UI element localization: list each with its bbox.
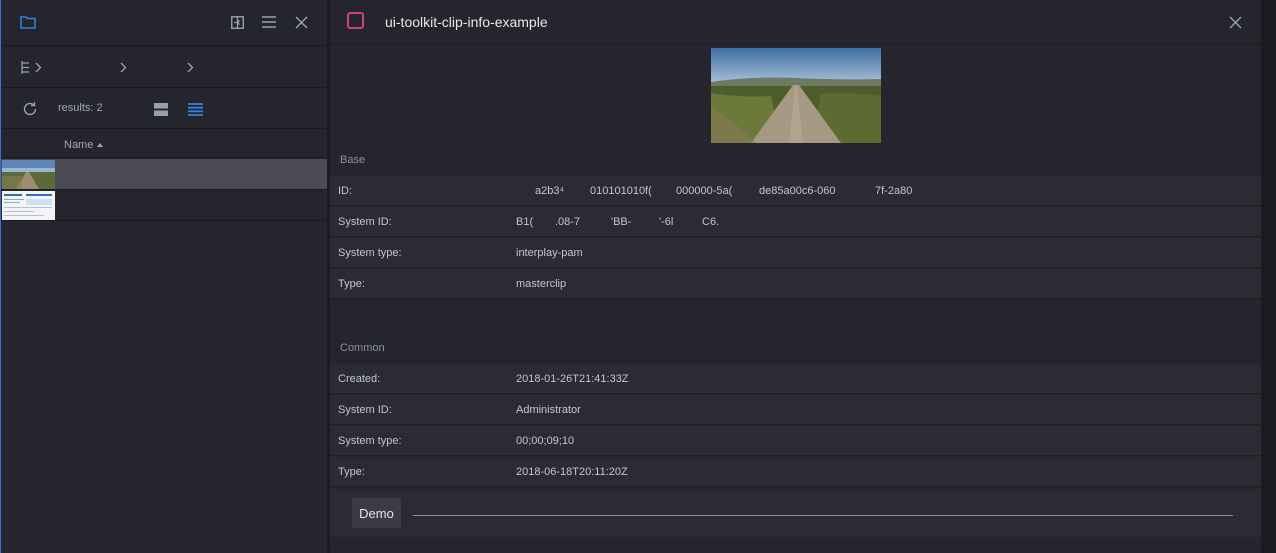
- id-fragment: a2b3⁴: [535, 185, 565, 197]
- id-fragment: 'BB-: [611, 216, 632, 228]
- info-row-created: Created: 2018-01-26T21:41:33Z: [330, 364, 1261, 394]
- chevron-right-icon[interactable]: [118, 60, 128, 74]
- info-label: System type:: [338, 247, 402, 259]
- id-fragment: '-6l: [659, 216, 674, 228]
- info-label: ID:: [338, 185, 353, 197]
- info-value: interplay-pam: [516, 247, 583, 259]
- info-value: 2018-01-26T21:41:33Z: [516, 373, 629, 385]
- info-label: System type:: [338, 435, 402, 447]
- info-row-system-type: System type: 00;00;09;10: [330, 426, 1261, 456]
- clip-color-swatch: [347, 12, 364, 29]
- id-fragment: 000000-5a(: [676, 185, 733, 197]
- browser-panel: results: 2 Name: [0, 0, 327, 553]
- grid-view-icon[interactable]: [153, 101, 169, 117]
- menu-icon[interactable]: [261, 14, 277, 30]
- clip-preview-image: [711, 48, 881, 143]
- thumbnail-document-page: [2, 191, 55, 220]
- id-fragment: 7f-2a80: [875, 185, 913, 197]
- clip-info-header: ui-toolkit-clip-info-example: [330, 0, 1261, 45]
- info-label: System ID:: [338, 404, 392, 416]
- column-header: Name: [1, 130, 327, 158]
- id-fragment: 010101010f(: [590, 185, 652, 197]
- demo-area: Demo: [330, 489, 1261, 537]
- info-label: Created:: [338, 373, 381, 385]
- clip-title: ui-toolkit-clip-info-example: [385, 14, 548, 30]
- info-row-system-id: System ID: B1( .08-7 'BB- '-6l C6.: [330, 207, 1261, 237]
- breadcrumb: [1, 47, 327, 88]
- info-row-type: Type: 2018-06-18T20:11:20Z: [330, 457, 1261, 487]
- folder-icon[interactable]: [19, 13, 37, 31]
- browser-toolbar: results: 2: [1, 89, 327, 129]
- close-icon[interactable]: [293, 14, 309, 30]
- section-heading-base: Base: [340, 154, 366, 166]
- info-row-system-type: System type: interplay-pam: [330, 238, 1261, 268]
- info-value: masterclip: [516, 278, 567, 290]
- thumbnail-road-landscape: [2, 160, 55, 189]
- section-heading-common: Common: [340, 342, 385, 354]
- info-label: Type:: [338, 466, 365, 478]
- refresh-icon[interactable]: [21, 100, 39, 118]
- list-item[interactable]: [1, 159, 327, 190]
- layout-icon[interactable]: [229, 14, 245, 30]
- close-icon[interactable]: [1227, 14, 1243, 30]
- info-label: System ID:: [338, 216, 392, 228]
- info-row-system-id: System ID: Administrator: [330, 395, 1261, 425]
- clip-info-panel: ui-toolkit-clip-info-example Base ID: a2…: [330, 0, 1261, 553]
- id-fragment: de85a00c6-060: [759, 185, 836, 197]
- id-fragment: .08-7: [555, 216, 581, 228]
- info-value: 00;00;09;10: [516, 435, 575, 447]
- chevron-right-icon[interactable]: [33, 60, 43, 74]
- scrollbar-track[interactable]: [1262, 0, 1276, 553]
- browser-header: [1, 0, 327, 46]
- list-view-icon[interactable]: [187, 101, 203, 117]
- id-fragment: B1(: [516, 216, 534, 228]
- info-row-id: ID: a2b3⁴ 010101010f( 000000-5a( de85a00…: [330, 176, 1261, 206]
- info-value: Administrator: [516, 404, 581, 416]
- list-item[interactable]: [1, 190, 327, 221]
- info-label: Type:: [338, 278, 365, 290]
- demo-divider: [413, 515, 1233, 516]
- results-count: results: 2: [58, 102, 103, 114]
- info-value: 2018-06-18T20:11:20Z: [516, 466, 628, 478]
- id-fragment: C6.: [702, 216, 720, 228]
- column-header-label: Name: [64, 139, 94, 151]
- info-row-type: Type: masterclip: [330, 269, 1261, 299]
- tree-icon[interactable]: [18, 60, 32, 74]
- sort-ascending-icon: [97, 143, 104, 147]
- demo-button[interactable]: Demo: [352, 498, 401, 528]
- chevron-right-icon[interactable]: [185, 60, 195, 74]
- column-header-name[interactable]: Name: [64, 139, 104, 151]
